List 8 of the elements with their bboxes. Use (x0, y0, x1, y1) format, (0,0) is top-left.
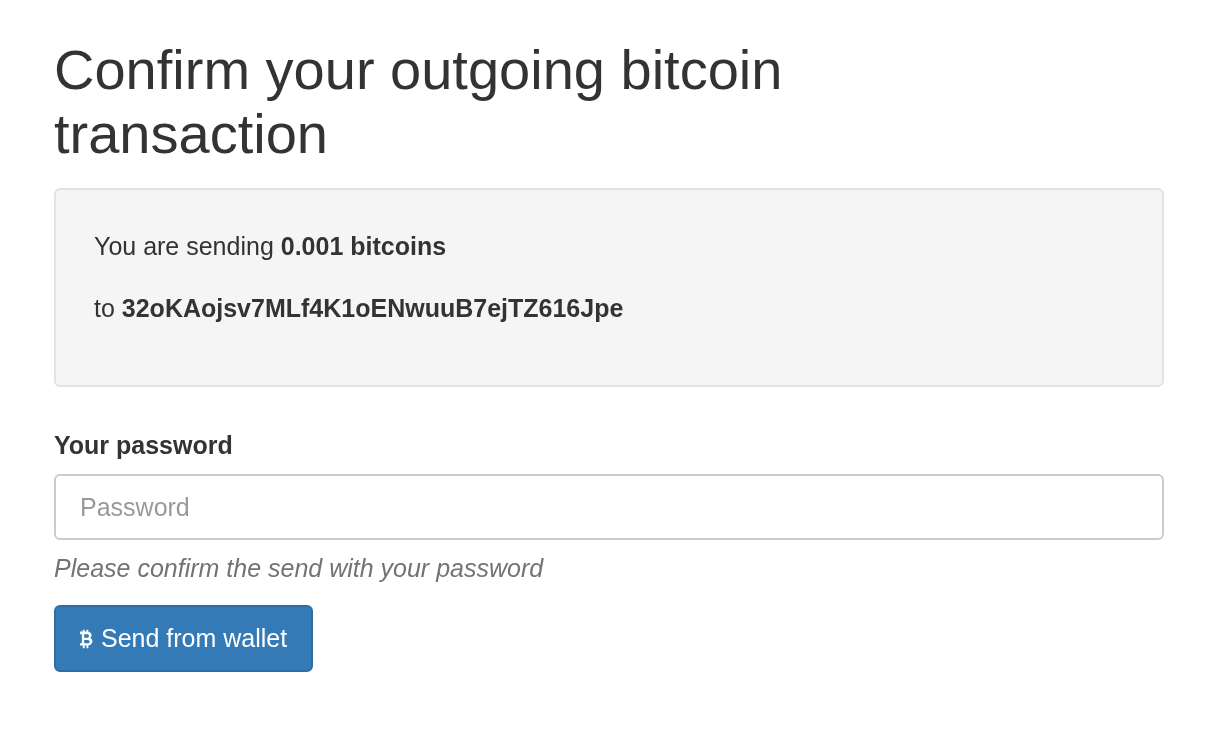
password-field[interactable]: Password (54, 474, 1164, 540)
send-button[interactable]: Send from wallet (54, 605, 314, 672)
page-heading: Confirm your outgoing bitcoin transaction (54, 38, 784, 166)
address-text: to 32oKAojsv7MLf4K1oENwuuB7ejTZ616Jpe (94, 293, 624, 324)
password-label: Your password (54, 431, 233, 459)
bitcoin-icon (80, 628, 93, 649)
amount-text: You are sending 0.001 bitcoins (94, 231, 447, 262)
help-text: Please confirm the send with your password (54, 554, 544, 582)
